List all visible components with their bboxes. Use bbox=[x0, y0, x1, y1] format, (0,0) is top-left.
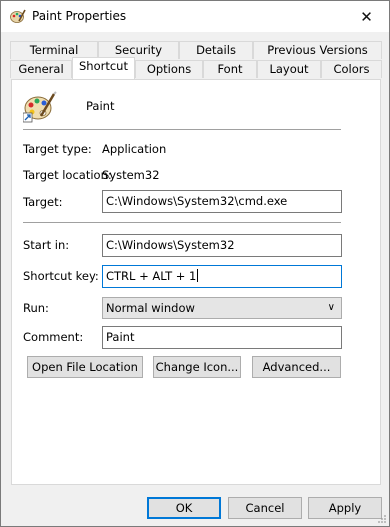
target-location-label: Target location: bbox=[23, 168, 112, 182]
advanced-button[interactable]: Advanced... bbox=[252, 356, 341, 378]
tab-shortcut[interactable]: Shortcut bbox=[72, 57, 135, 79]
start-in-input[interactable]: C:\Windows\System32 bbox=[102, 234, 342, 257]
tab-general[interactable]: General bbox=[10, 60, 72, 78]
open-file-location-button[interactable]: Open File Location bbox=[27, 356, 143, 378]
target-label: Target: bbox=[23, 195, 63, 209]
text-caret bbox=[197, 269, 199, 282]
change-icon-button[interactable]: Change Icon... bbox=[153, 356, 241, 378]
comment-input[interactable]: Paint bbox=[102, 326, 342, 349]
target-input[interactable]: C:\Windows\System32\cmd.exe bbox=[102, 190, 342, 213]
shortcut-key-input[interactable]: CTRL + ALT + 1 bbox=[102, 265, 342, 288]
separator bbox=[23, 222, 341, 223]
chevron-down-icon: ∨ bbox=[327, 302, 335, 313]
resize-grip-icon[interactable] bbox=[377, 514, 387, 524]
app-name: Paint bbox=[86, 99, 115, 113]
run-select-value: Normal window bbox=[106, 301, 195, 315]
close-icon: ✕ bbox=[360, 7, 373, 26]
tab-font[interactable]: Font bbox=[203, 60, 257, 78]
target-type-value: Application bbox=[102, 142, 167, 156]
tab-previous-versions[interactable]: Previous Versions bbox=[253, 41, 382, 59]
tab-details[interactable]: Details bbox=[179, 41, 253, 59]
tab-colors[interactable]: Colors bbox=[321, 60, 382, 78]
shortcut-key-label: Shortcut key: bbox=[23, 269, 99, 283]
start-in-label: Start in: bbox=[23, 238, 70, 252]
target-location-value: System32 bbox=[102, 168, 160, 182]
target-type-label: Target type: bbox=[23, 142, 92, 156]
title-bar[interactable]: Paint Properties ✕ bbox=[1, 1, 389, 32]
cancel-button[interactable]: Cancel bbox=[228, 497, 302, 519]
close-button[interactable]: ✕ bbox=[344, 1, 389, 32]
comment-label: Comment: bbox=[23, 330, 84, 344]
paint-palette-icon bbox=[10, 9, 26, 23]
properties-dialog: Paint Properties ✕ Terminal Security Det… bbox=[0, 0, 390, 527]
ok-button[interactable]: OK bbox=[147, 497, 221, 519]
tab-layout[interactable]: Layout bbox=[257, 60, 321, 78]
run-label: Run: bbox=[23, 301, 49, 315]
tab-options[interactable]: Options bbox=[135, 60, 203, 78]
paint-palette-icon bbox=[23, 91, 57, 123]
window-title: Paint Properties bbox=[32, 9, 127, 23]
separator bbox=[23, 129, 341, 130]
shortcut-key-value: CTRL + ALT + 1 bbox=[106, 269, 197, 283]
apply-button[interactable]: Apply bbox=[308, 497, 382, 519]
run-select[interactable]: Normal window ∨ bbox=[102, 297, 342, 319]
